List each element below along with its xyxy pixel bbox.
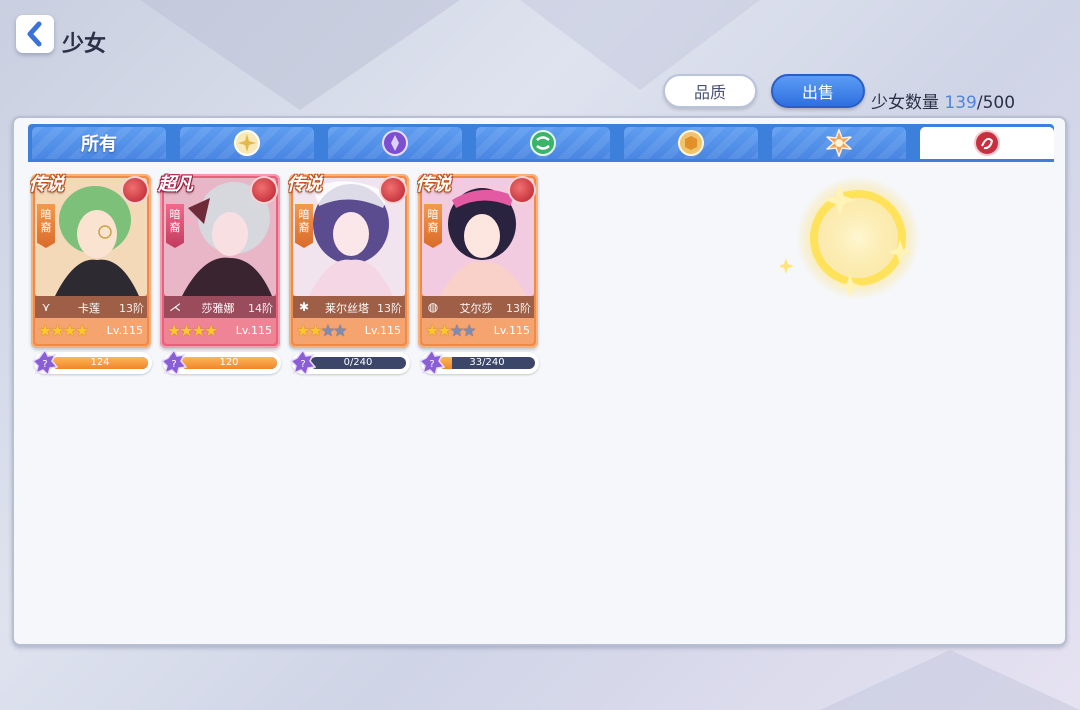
girl-stage: 13阶	[506, 302, 531, 315]
fragment-bar: 0/240	[310, 357, 406, 369]
info-band: ◍ 艾尔莎 13阶	[422, 296, 534, 318]
fire-element-icon	[825, 129, 853, 157]
background-shape	[140, 0, 460, 110]
rank-badge: 传说	[29, 174, 64, 195]
puzzle-fragment-icon: ?	[419, 349, 445, 377]
shield-class-icon: ◍	[427, 300, 439, 314]
star-rating: ★ ★ ★ ★	[425, 321, 477, 340]
star-rating: ★ ★ ★ ★	[296, 321, 348, 340]
fragment-progress: 33/240 ?	[419, 349, 539, 377]
tab-blood[interactable]	[920, 127, 1054, 159]
wind-element-icon	[530, 130, 556, 156]
star-row: ★ ★ ★ ★ Lv.115	[35, 318, 147, 344]
star-empty-icon: ★	[462, 321, 477, 340]
info-band: ✱ 莱尔丝塔 13阶	[293, 296, 405, 318]
blood-element-icon	[379, 176, 407, 204]
fragment-bar: 33/240	[439, 357, 535, 369]
girl-level: Lv.115	[364, 324, 401, 337]
sparkle-effect-icon	[780, 176, 920, 300]
blood-element-icon	[974, 130, 1000, 156]
girl-count: 少女数量 139/500	[871, 88, 1015, 113]
star-row: ★ ★ ★ ★ Lv.115	[422, 318, 534, 344]
attribute-tag: 暗裔	[295, 204, 313, 248]
sell-button[interactable]: 出售	[771, 74, 865, 108]
girl-name: 莱尔丝塔	[325, 302, 369, 315]
attribute-tag: 暗裔	[37, 204, 55, 248]
fragment-text: 120	[219, 357, 239, 368]
background-shape	[820, 650, 1080, 710]
svg-text:?: ?	[171, 359, 176, 370]
puzzle-fragment-icon: ?	[290, 349, 316, 377]
svg-text:?: ?	[42, 359, 47, 370]
girl-card[interactable]: 超凡 暗裔 ⋌ 莎雅娜 14阶 ★ ★ ★ ★ Lv.115	[158, 174, 280, 348]
blood-element-icon	[508, 176, 536, 204]
tab-earth[interactable]	[624, 127, 758, 159]
fragment-text: 33/240	[469, 357, 505, 368]
girl-stage: 13阶	[377, 302, 402, 315]
light-element-icon	[234, 130, 260, 156]
girl-level: Lv.115	[235, 324, 272, 337]
svg-text:?: ?	[300, 359, 305, 370]
fragment-text: 124	[90, 357, 110, 368]
blood-element-icon	[121, 176, 149, 204]
girl-name: 莎雅娜	[201, 302, 235, 315]
svg-text:?: ?	[429, 359, 434, 370]
claw-class-icon: ⋌	[169, 300, 181, 314]
star-icon: ★	[204, 321, 219, 340]
tab-wind[interactable]	[476, 127, 610, 159]
star-row: ★ ★ ★ ★ Lv.115	[164, 318, 276, 344]
wing-class-icon: ⋎	[41, 300, 51, 314]
info-band: ⋎ 卡莲 13阶	[35, 296, 147, 318]
star-rating: ★ ★ ★ ★	[167, 321, 219, 340]
info-band: ⋌ 莎雅娜 14阶	[164, 296, 276, 318]
fragment-bar: 124	[52, 357, 148, 369]
count-label: 少女数量	[871, 93, 939, 113]
rank-badge: 传说	[287, 174, 322, 195]
attribute-tag: 暗裔	[166, 204, 184, 248]
fragment-progress: 124 ?	[32, 349, 152, 377]
dark-element-icon	[382, 130, 408, 156]
chevron-left-icon	[27, 21, 42, 47]
girl-level: Lv.115	[493, 324, 530, 337]
girl-stage: 13阶	[119, 302, 144, 315]
element-filter-tabs: 所有	[28, 124, 1054, 162]
back-button[interactable]	[16, 15, 54, 53]
fragment-progress: 0/240 ?	[290, 349, 410, 377]
rank-badge: 超凡	[158, 174, 193, 195]
rank-badge: 传说	[416, 174, 451, 195]
attribute-tag: 暗裔	[424, 204, 442, 248]
puzzle-fragment-icon: ?	[161, 349, 187, 377]
blood-element-icon	[250, 176, 278, 204]
fragment-bar: 120	[181, 357, 277, 369]
tab-all-label: 所有	[81, 134, 117, 155]
quality-sort-button[interactable]: 品质	[663, 74, 757, 108]
girl-name: 卡莲	[78, 302, 100, 315]
star-empty-icon: ★	[333, 321, 348, 340]
spark-class-icon: ✱	[298, 300, 310, 314]
puzzle-fragment-icon: ?	[32, 349, 58, 377]
earth-element-icon	[678, 130, 704, 156]
girl-name: 艾尔莎	[459, 302, 493, 315]
girl-card[interactable]: 传说 暗裔 ✱ 莱尔丝塔 13阶 ★ ★ ★ ★ Lv.115	[287, 174, 409, 348]
tab-dark[interactable]	[328, 127, 462, 159]
page-title: 少女	[62, 32, 107, 57]
fragment-text: 0/240	[343, 357, 373, 368]
count-max: 500	[982, 93, 1016, 113]
star-icon: ★	[75, 321, 90, 340]
girl-card[interactable]: 传说 暗裔 ◍ 艾尔莎 13阶 ★ ★ ★ ★ Lv.115	[416, 174, 538, 348]
tab-fire[interactable]	[772, 127, 906, 159]
tab-all[interactable]: 所有	[32, 127, 166, 159]
count-current: 139	[944, 93, 977, 113]
girl-level: Lv.115	[106, 324, 143, 337]
star-row: ★ ★ ★ ★ Lv.115	[293, 318, 405, 344]
fragment-progress: 120 ?	[161, 349, 281, 377]
girl-card[interactable]: 传说 暗裔 ⋎ 卡莲 13阶 ★ ★ ★ ★ Lv.115	[29, 174, 151, 348]
star-rating: ★ ★ ★ ★	[38, 321, 90, 340]
girl-stage: 14阶	[248, 302, 273, 315]
tab-light[interactable]	[180, 127, 314, 159]
